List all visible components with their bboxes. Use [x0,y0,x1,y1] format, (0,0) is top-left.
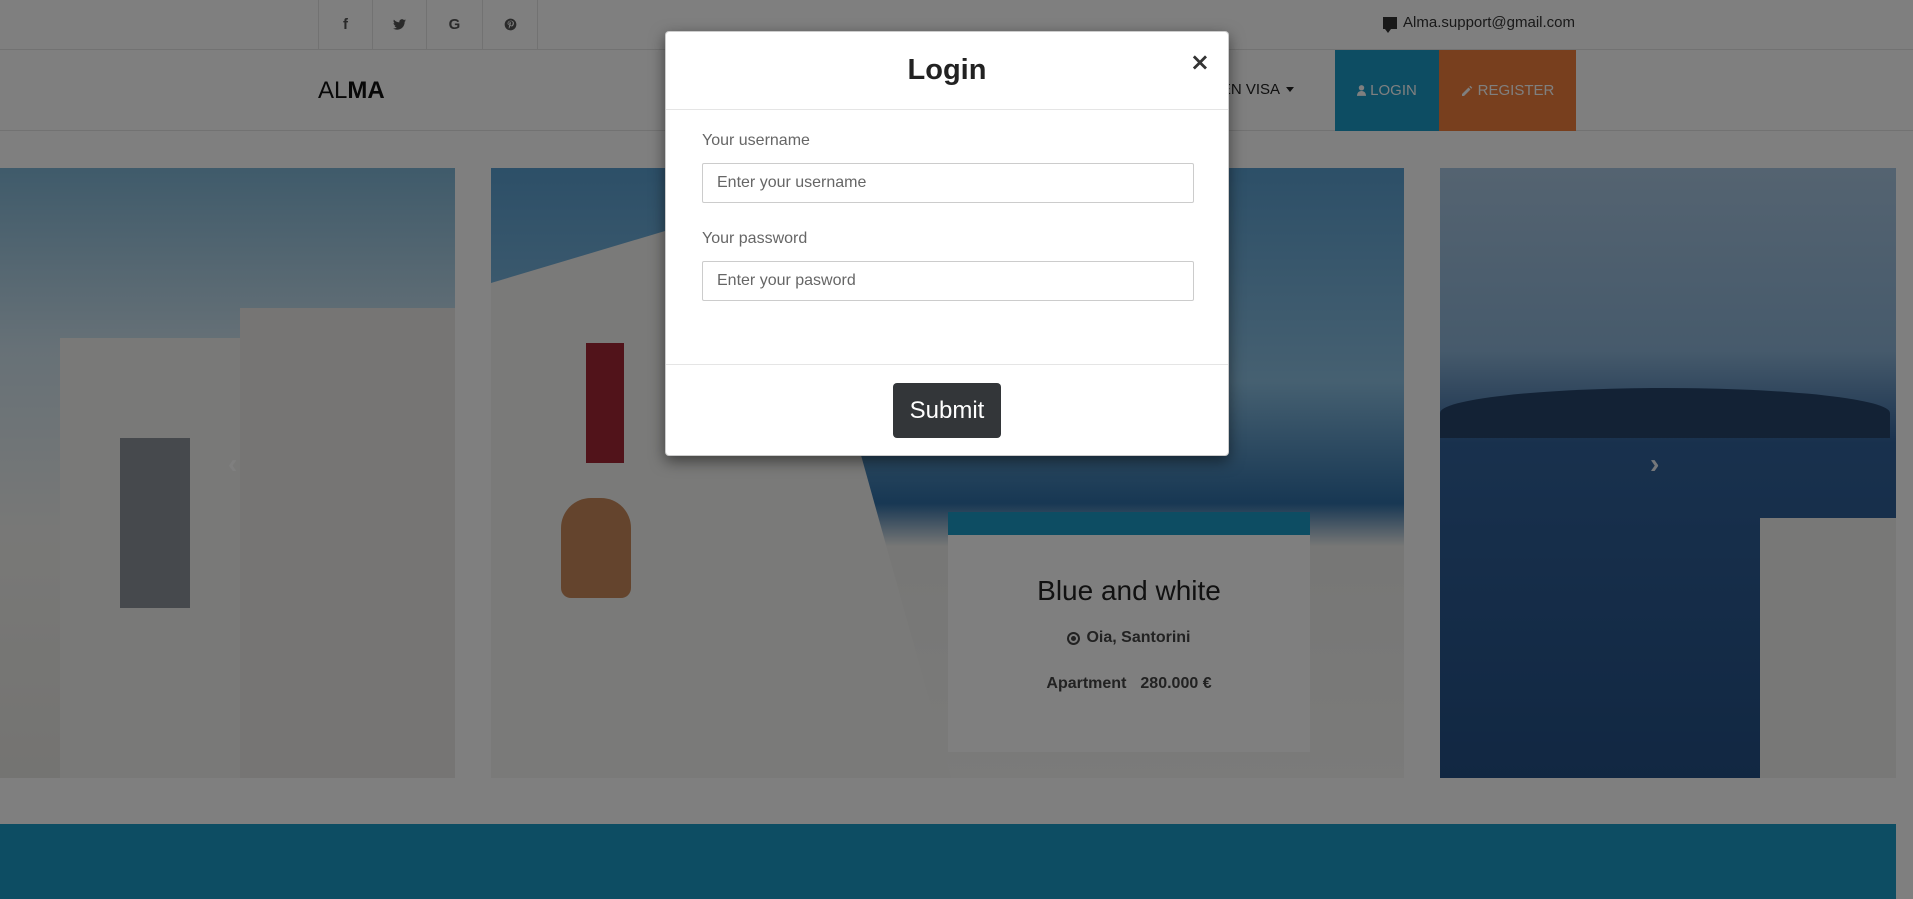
password-input[interactable] [702,261,1194,301]
close-icon[interactable]: × [1190,50,1210,74]
modal-header: Login × [666,32,1228,110]
modal-title: Login [907,54,987,86]
modal-body: Your username Your password [666,110,1228,365]
modal-footer: Submit [666,365,1228,438]
username-label: Your username [702,132,810,149]
password-label: Your password [702,230,808,247]
submit-button[interactable]: Submit [893,383,1001,438]
username-input[interactable] [702,163,1194,203]
login-modal: Login × Your username Your password Subm… [665,31,1229,456]
